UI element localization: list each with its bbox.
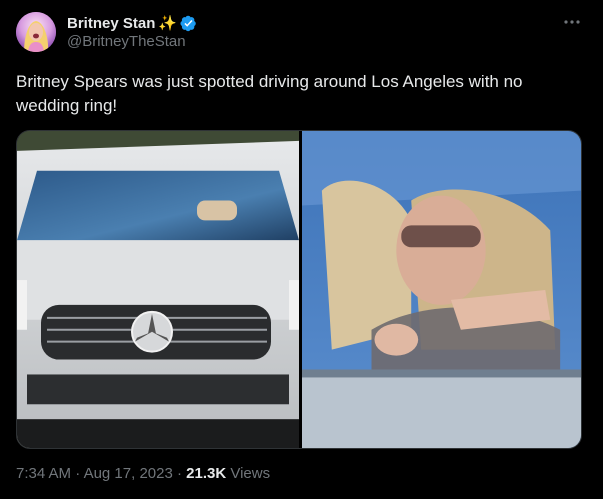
tweet-text: Britney Spears was just spotted driving … — [16, 72, 523, 115]
views-label: Views — [226, 465, 271, 482]
tweet-card[interactable]: Britney Stan ✨ @BritneyTheStan Britney S… — [0, 0, 603, 499]
media-grid[interactable] — [16, 130, 582, 449]
photo-driver-closeup[interactable] — [302, 131, 581, 448]
author-name-row[interactable]: Britney Stan ✨ — [67, 13, 197, 33]
sparkle-emoji: ✨ — [158, 14, 178, 32]
more-options-icon[interactable] — [563, 13, 581, 31]
meta-separator: · — [71, 465, 84, 482]
tweet-meta: 7:34 AM · Aug 17, 2023 · 21.3K Views — [16, 465, 270, 482]
author-display-name[interactable]: Britney Stan — [67, 15, 155, 32]
tweet-time[interactable]: 7:34 AM — [16, 465, 71, 482]
author-handle[interactable]: @BritneyTheStan — [67, 33, 186, 50]
avatar-image — [16, 12, 56, 52]
tweet-date[interactable]: Aug 17, 2023 — [84, 465, 173, 482]
meta-separator: · — [172, 465, 187, 482]
avatar[interactable] — [16, 12, 56, 52]
photo-white-mercedes-front[interactable] — [17, 131, 299, 448]
views-count[interactable]: 21.3K — [186, 465, 226, 482]
verified-badge-icon[interactable] — [180, 15, 197, 32]
